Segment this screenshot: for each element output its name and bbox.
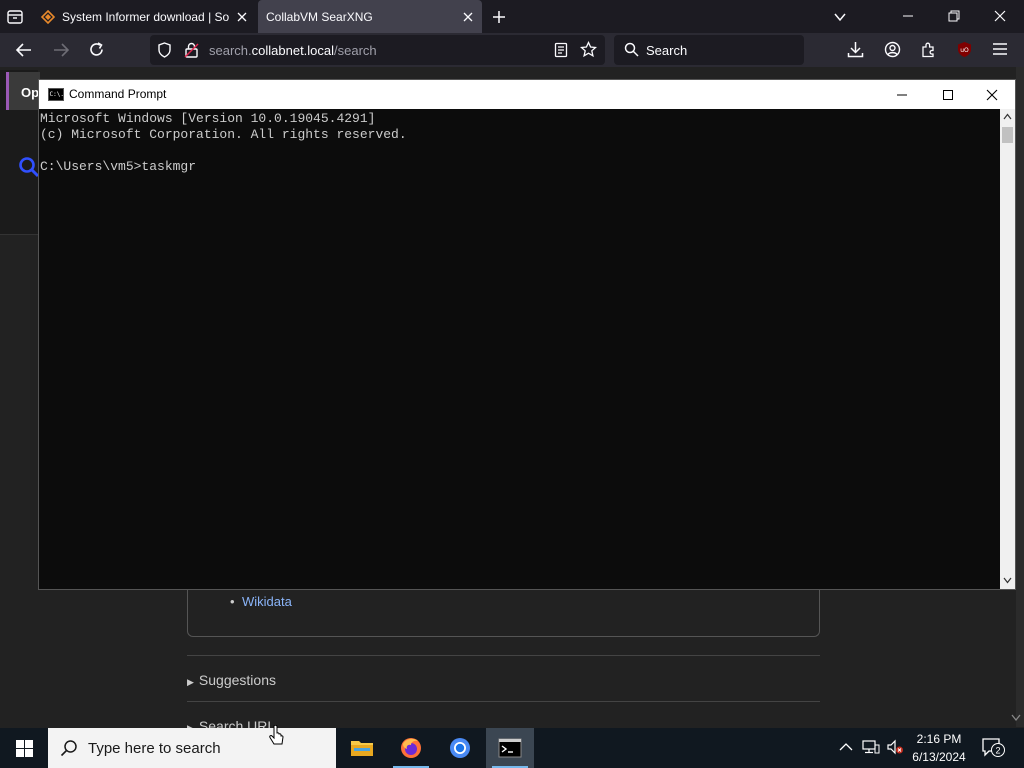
console-output[interactable]: Microsoft Windows [Version 10.0.19045.42… <box>39 109 1000 589</box>
chevron-down-icon[interactable] <box>833 10 847 24</box>
cmd-app-icon[interactable]: C:\. <box>48 88 64 101</box>
minimize-button[interactable] <box>879 80 925 109</box>
svg-text:uO: uO <box>960 47 969 54</box>
download-icon[interactable] <box>847 41 864 58</box>
tab-title: CollabVM SearXNG <box>266 9 373 24</box>
scroll-down-arrow-icon[interactable] <box>1011 714 1021 722</box>
taskbar-firefox[interactable] <box>387 728 435 768</box>
suggestions-label: Suggestions <box>198 672 276 688</box>
network-icon[interactable] <box>862 739 880 755</box>
notification-center-icon[interactable]: 2 <box>982 738 1008 758</box>
tab-list-icon[interactable] <box>6 8 24 26</box>
search-icon <box>60 739 78 757</box>
clock-date[interactable]: 6/13/2024 <box>906 750 972 764</box>
scrollbar-thumb[interactable] <box>1002 127 1013 143</box>
sidebar-tab[interactable]: Op <box>6 72 40 110</box>
taskbar-search-placeholder: Type here to search <box>88 740 221 757</box>
mouse-cursor-icon <box>268 725 286 747</box>
window-titlebar[interactable]: C:\. Command Prompt <box>39 80 1015 109</box>
wikidata-link[interactable]: Wikidata <box>242 594 292 609</box>
minimize-icon <box>897 94 907 95</box>
tab-collabvm-searxng[interactable]: CollabVM SearXNG <box>258 0 482 33</box>
ublock-origin-icon[interactable]: uO <box>956 41 973 58</box>
reload-icon[interactable] <box>88 41 105 58</box>
page-scrollbar[interactable] <box>1016 67 1024 727</box>
folder-icon <box>351 741 373 756</box>
browser-tab-bar: System Informer download | So CollabVM S… <box>0 0 1024 33</box>
shield-icon[interactable] <box>157 42 172 58</box>
close-icon[interactable] <box>236 11 248 23</box>
extensions-puzzle-icon[interactable] <box>920 41 937 58</box>
console-line: (c) Microsoft Corporation. All rights re… <box>40 127 407 142</box>
taskbar-command-prompt[interactable] <box>486 728 534 768</box>
hamburger-menu-icon[interactable] <box>992 42 1008 56</box>
terminal-icon <box>498 738 522 758</box>
suggestions-toggle[interactable]: ▶ Suggestions <box>187 672 276 688</box>
url-subdomain: search. <box>209 43 252 58</box>
tab-system-informer[interactable]: System Informer download | So <box>34 0 256 33</box>
console-line: Microsoft Windows [Version 10.0.19045.42… <box>40 111 376 126</box>
tab-title: System Informer download | So <box>62 9 230 24</box>
insecure-lock-icon[interactable] <box>184 42 199 58</box>
close-icon[interactable] <box>462 11 474 23</box>
close-icon[interactable] <box>994 10 1006 22</box>
search-icon <box>624 42 639 57</box>
windows-logo-icon <box>15 739 33 757</box>
forward-arrow-icon[interactable] <box>52 42 70 58</box>
new-tab-plus-icon[interactable] <box>491 9 507 25</box>
close-button[interactable] <box>969 80 1015 109</box>
taskbar-search-box[interactable]: Type here to search <box>48 728 336 768</box>
speaker-muted-icon[interactable] <box>886 739 904 755</box>
restore-icon[interactable] <box>948 10 960 22</box>
search-input[interactable]: Search <box>614 35 804 65</box>
bookmark-star-icon[interactable] <box>580 41 597 58</box>
taskbar-chromium[interactable] <box>436 728 484 768</box>
site-favicon-icon <box>41 9 55 24</box>
console-scrollbar[interactable] <box>1000 109 1015 589</box>
scroll-down-arrow-icon[interactable] <box>1003 577 1012 584</box>
list-bullet: • <box>230 594 235 609</box>
svg-text:2: 2 <box>995 746 1000 756</box>
chevron-up-icon[interactable] <box>839 742 853 752</box>
chromium-icon <box>450 738 470 758</box>
searxng-logo-icon[interactable] <box>18 156 40 178</box>
start-button[interactable] <box>0 728 48 768</box>
divider <box>187 655 820 656</box>
windows-taskbar: Type here to search 2:16 PM 6/13/2024 2 <box>0 725 1024 768</box>
search-placeholder: Search <box>646 43 688 58</box>
close-icon <box>986 89 998 100</box>
url-path: /search <box>334 43 377 58</box>
scroll-up-arrow-icon[interactable] <box>1003 113 1012 120</box>
clock-time[interactable]: 2:16 PM <box>910 732 968 746</box>
address-bar[interactable]: search.collabnet.local/search <box>150 35 605 65</box>
search-url-toggle[interactable]: ▶ Search URL <box>187 718 275 728</box>
reader-view-icon[interactable] <box>554 42 568 58</box>
back-arrow-icon[interactable] <box>15 42 33 58</box>
minimize-icon[interactable] <box>902 10 914 22</box>
svg-text:C:\.: C:\. <box>50 91 64 98</box>
url-domain: collabnet.local <box>251 43 335 58</box>
console-prompt-line: C:\Users\vm5>taskmgr <box>40 159 197 174</box>
firefox-icon <box>401 738 421 758</box>
triangle-right-icon: ▶ <box>187 677 194 687</box>
url-text[interactable]: search.collabnet.local/search <box>209 43 377 58</box>
search-url-label: Search URL <box>198 718 276 728</box>
divider <box>187 701 820 702</box>
taskbar-file-explorer[interactable] <box>338 728 386 768</box>
account-icon[interactable] <box>884 41 901 58</box>
command-prompt-window[interactable]: C:\. Command Prompt Microsoft Windows [V… <box>38 79 1016 590</box>
maximize-icon <box>943 89 953 100</box>
window-title: Command Prompt <box>69 87 167 101</box>
maximize-button[interactable] <box>925 80 971 109</box>
